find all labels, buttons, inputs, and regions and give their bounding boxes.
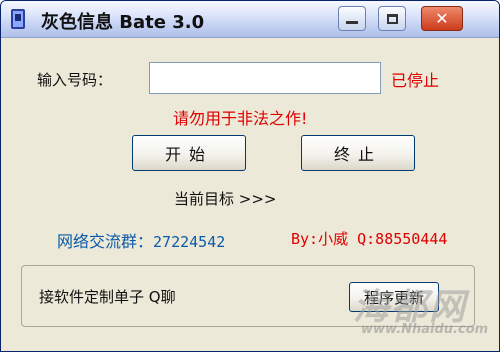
title-bar[interactable]: 灰色信息 Bate 3.0 ✕ [1,1,499,38]
maximize-icon [386,13,398,24]
group-info: 网络交流群：27224542 [57,228,225,252]
app-icon [11,9,25,29]
window-title: 灰色信息 Bate 3.0 [41,12,205,33]
status-text: 已停止 [391,71,440,90]
warning-text: 请勿用于非法之作! [173,109,308,128]
number-label: 输入号码： [37,71,113,89]
app-window: 灰色信息 Bate 3.0 ✕ 输入号码： 已停止 请勿用于非法之作! 开始 终… [0,0,500,352]
group-label: 网络交流群： [57,232,154,251]
stop-button[interactable]: 终止 [301,135,415,171]
current-target-label: 当前目标 >>> [174,190,277,208]
number-input[interactable] [149,62,381,94]
update-button[interactable]: 程序更新 [349,282,439,312]
close-icon: ✕ [435,8,449,28]
maximize-button[interactable] [378,6,406,31]
close-button[interactable]: ✕ [421,6,463,31]
author-info: By:小威 Q:88550444 [291,230,448,248]
minimize-button[interactable] [338,6,366,31]
minimize-icon [346,21,358,24]
start-button[interactable]: 开始 [132,135,246,171]
group-number: 27224542 [153,233,226,251]
custom-order-text: 接软件定制单子 Q聊 [39,288,176,306]
